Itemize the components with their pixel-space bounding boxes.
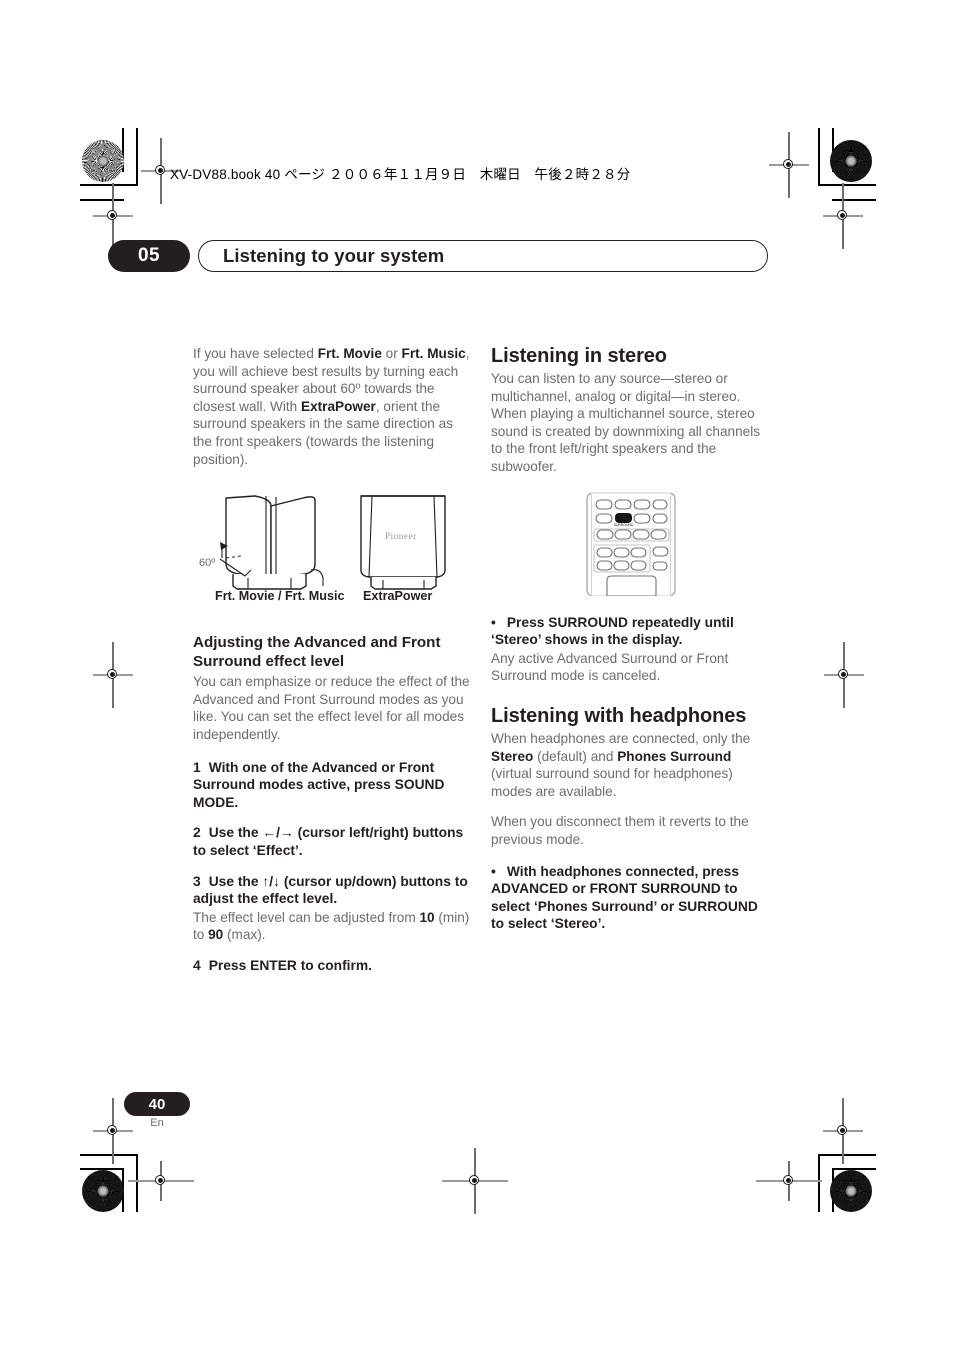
registration-mark-bottom-center (442, 1148, 508, 1214)
registration-mark-bottom-left (128, 1161, 194, 1201)
page-title: Listening to your system (223, 245, 445, 266)
page-language-label: En (150, 1117, 164, 1129)
registration-mark-upper-right (823, 183, 863, 249)
headphones-body: When headphones are connected, only the … (491, 730, 751, 799)
step-1: 1 With one of the Advanced or Front Surro… (193, 759, 471, 812)
crop-line-tl-h (80, 184, 138, 186)
crop-line-tr-h (818, 184, 876, 186)
step-1-text: With one of the Advanced or Front Surrou… (193, 759, 445, 810)
step-2-text: Use the ←/→ (cursor left/right) buttons … (193, 825, 464, 858)
bullet-icon: • (491, 614, 496, 630)
speaker-figure-svg: 60º Pioneer (199, 495, 446, 590)
effect-level-body: You can emphasize or reduce the effect o… (193, 674, 470, 742)
registration-mark-lower-left (93, 1098, 133, 1164)
stereo-bullet-note: Any active Advanced Surround or Front Su… (491, 650, 729, 684)
crop-line-bl-h (80, 1154, 138, 1156)
rosette-top-right (830, 140, 872, 182)
surround-button-highlight (615, 512, 632, 523)
page-number-badge: 40 (124, 1092, 190, 1116)
rosette-bottom-left (82, 1170, 124, 1212)
rosette-top-left (82, 140, 124, 182)
crop-line-tr-v (818, 128, 820, 186)
stereo-bullet-text: Press SURROUND repeatedly until ‘Stereo’… (491, 614, 734, 648)
headphones-body-2: When you disconnect them it reverts to t… (491, 814, 749, 847)
step-2-number: 2 (193, 825, 201, 841)
registration-mark-bottom-right (756, 1161, 822, 1201)
chapter-header-bar: 05 Listening to your system (108, 240, 768, 272)
section-heading-listening-in-stereo: Listening in stereo (491, 345, 667, 367)
crop-line-br-v (818, 1154, 820, 1212)
right-column: Listening in stereo You can listen to an… (491, 345, 769, 933)
registration-mark-top-right (769, 132, 809, 198)
step-4-text: Press ENTER to confirm. (208, 957, 372, 973)
stereo-bullet: • Press SURROUND repeatedly until ‘Stereo… (491, 614, 769, 649)
angle-label: 60º (199, 557, 215, 569)
crop-line-tr-h2 (832, 199, 876, 201)
step-3-note: The effect level can be adjusted from 10… (193, 909, 470, 943)
remote-control-svg: SURROUND (586, 491, 676, 596)
registration-mark-upper-left (93, 183, 133, 249)
crop-line-tl-h2 (80, 199, 124, 201)
remote-control-figure: SURROUND (491, 491, 769, 600)
headphones-bullet: • With headphones connected, press ADVANC… (491, 863, 769, 933)
step-3: 3 Use the ↑/↓ (cursor up/down) buttons to… (193, 873, 471, 908)
crop-line-bl-v (136, 1154, 138, 1212)
section-heading-listening-with-headphones: Listening with headphones (491, 704, 747, 727)
rosette-bottom-right (830, 1170, 872, 1212)
registration-mark-mid-left (93, 642, 133, 708)
figure-caption-left: Frt. Movie / Frt. Music (215, 589, 345, 604)
intro-paragraph: If you have selected Frt. Movie or Frt. … (193, 346, 470, 467)
print-file-header: XV-DV88.book 40 ページ ２００６年１１月９日 木曜日 午後２時２… (170, 167, 631, 182)
speaker-brand-logo: Pioneer (385, 531, 417, 541)
left-column: If you have selected Frt. Movie or Frt. … (193, 345, 471, 974)
speaker-orientation-figure: 60º Pioneer Frt. Movie / Frt. Music Extr… (193, 486, 471, 614)
step-3-text: Use the ↑/↓ (cursor up/down) buttons to … (193, 873, 468, 907)
registration-mark-mid-right (824, 642, 864, 708)
step-1-number: 1 (193, 759, 201, 775)
step-4: 4 Press ENTER to confirm. (193, 957, 471, 975)
crop-line-br-h (818, 1154, 876, 1156)
stereo-body: You can listen to any source—stereo or m… (491, 371, 761, 474)
chapter-title-pill: Listening to your system (198, 240, 768, 272)
registration-mark-lower-right (823, 1098, 863, 1164)
chapter-number-badge: 05 (108, 240, 190, 272)
step-4-number: 4 (193, 957, 201, 973)
svg-text:Pioneer: Pioneer (385, 531, 417, 541)
step-2: 2 Use the ←/→ (cursor left/right) buttons… (193, 824, 471, 859)
figure-caption-right: ExtraPower (363, 589, 433, 604)
step-3-number: 3 (193, 873, 201, 889)
subsection-heading-effect-level: Adjusting the Advanced and Front Surroun… (193, 634, 441, 670)
crop-line-tl-v (136, 128, 138, 186)
surround-button-label: SURROUND (614, 523, 634, 527)
headphones-bullet-text: With headphones connected, press ADVANCE… (491, 863, 758, 932)
bullet-icon-2: • (491, 863, 496, 879)
